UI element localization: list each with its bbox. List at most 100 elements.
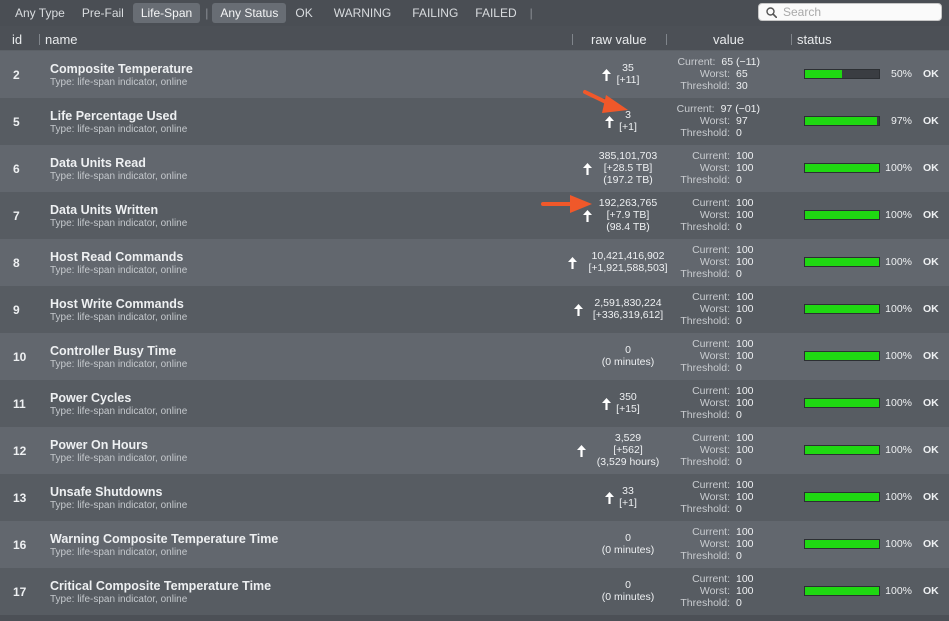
table-row[interactable]: 5 Life Percentage Used Type: life-span i…: [0, 98, 949, 145]
current-value: 100: [736, 526, 754, 538]
worst-label: Worst:: [699, 538, 730, 550]
table-row[interactable]: 2 Composite Temperature Type: life-span …: [0, 51, 949, 98]
attribute-id: 12: [13, 444, 27, 458]
attribute-name: Power On Hours: [50, 438, 148, 452]
health-bar-fill: [805, 117, 877, 125]
table-row[interactable]: 13 Unsafe Shutdowns Type: life-span indi…: [0, 474, 949, 521]
table-row[interactable]: 16 Warning Composite Temperature Time Ty…: [0, 521, 949, 568]
health-percent: 100%: [885, 303, 912, 315]
threshold-label: Threshold:: [680, 597, 730, 609]
value-block: Current: 65 (−11) Worst: 65 Threshold: 30: [660, 56, 760, 92]
filter-pre-fail[interactable]: Pre-Fail: [74, 3, 132, 23]
threshold-value: 0: [736, 127, 742, 139]
filter-separator: |: [205, 6, 209, 20]
status-badge: OK: [923, 397, 939, 409]
attribute-id: 7: [13, 209, 20, 223]
filter-warning[interactable]: WARNING: [326, 3, 400, 23]
current-label: Current:: [692, 479, 730, 491]
health-bar-fill: [805, 70, 842, 78]
column-raw-value[interactable]: raw value: [591, 32, 647, 47]
search-box[interactable]: [758, 3, 942, 21]
health-bar: [804, 163, 880, 173]
filter-failing[interactable]: FAILING: [404, 3, 466, 23]
filter-any-type[interactable]: Any Type: [7, 3, 73, 23]
value-block: Current: 100 Worst: 100 Threshold: 0: [660, 291, 760, 327]
health-percent: 100%: [885, 444, 912, 456]
current-value: 65 (−11): [721, 56, 760, 68]
worst-label: Worst:: [699, 444, 730, 456]
worst-value: 100: [736, 209, 754, 221]
attribute-type: Type: life-span indicator, online: [50, 124, 188, 135]
health-percent: 100%: [885, 256, 912, 268]
filter-life-span[interactable]: Life-Span: [132, 3, 201, 23]
column-name[interactable]: name: [45, 32, 78, 47]
value-block: Current: 100 Worst: 100 Threshold: 0: [660, 385, 760, 421]
attribute-id: 17: [13, 585, 27, 599]
status-badge: OK: [923, 115, 939, 127]
health-bar: [804, 351, 880, 361]
table-row[interactable]: 7 Data Units Written Type: life-span ind…: [0, 192, 949, 239]
attribute-id: 10: [13, 350, 27, 364]
attribute-name: Data Units Read: [50, 156, 146, 170]
search-input[interactable]: [783, 5, 933, 19]
column-status[interactable]: status: [797, 32, 832, 47]
column-divider: [666, 34, 667, 45]
health-percent: 100%: [885, 397, 912, 409]
attribute-name: Controller Busy Time: [50, 344, 177, 358]
table-row[interactable]: 12 Power On Hours Type: life-span indica…: [0, 427, 949, 474]
health-percent: 100%: [885, 350, 912, 362]
attribute-id: 6: [13, 162, 20, 176]
threshold-label: Threshold:: [680, 221, 730, 233]
threshold-label: Threshold:: [680, 409, 730, 421]
status-badge: OK: [923, 444, 939, 456]
column-id[interactable]: id: [12, 32, 22, 47]
current-label: Current:: [692, 291, 730, 303]
threshold-value: 0: [736, 409, 742, 421]
threshold-value: 0: [736, 597, 742, 609]
worst-value: 100: [736, 303, 754, 315]
worst-value: 100: [736, 538, 754, 550]
health-bar-fill: [805, 399, 879, 407]
filter-failed[interactable]: FAILED: [467, 3, 524, 23]
health-bar: [804, 492, 880, 502]
table-row[interactable]: 6 Data Units Read Type: life-span indica…: [0, 145, 949, 192]
table-row[interactable]: 17 Critical Composite Temperature Time T…: [0, 568, 949, 615]
attribute-name: Warning Composite Temperature Time: [50, 532, 279, 546]
current-value: 100: [736, 197, 754, 209]
worst-label: Worst:: [699, 115, 730, 127]
worst-label: Worst:: [699, 350, 730, 362]
threshold-label: Threshold:: [680, 456, 730, 468]
table-row[interactable]: 10 Controller Busy Time Type: life-span …: [0, 333, 949, 380]
status-badge: OK: [923, 350, 939, 362]
status-badge: OK: [923, 585, 939, 597]
health-bar: [804, 257, 880, 267]
filter-any-status[interactable]: Any Status: [212, 3, 287, 23]
health-bar: [804, 539, 880, 549]
table-row[interactable]: 9 Host Write Commands Type: life-span in…: [0, 286, 949, 333]
table-row[interactable]: 11 Power Cycles Type: life-span indicato…: [0, 380, 949, 427]
current-value: 100: [736, 432, 754, 444]
health-percent: 100%: [885, 209, 912, 221]
threshold-value: 30: [736, 80, 748, 92]
attribute-name: Unsafe Shutdowns: [50, 485, 163, 499]
worst-label: Worst:: [699, 397, 730, 409]
attribute-type: Type: life-span indicator, online: [50, 500, 188, 511]
attribute-type: Type: life-span indicator, online: [50, 406, 188, 417]
current-value: 100: [736, 385, 754, 397]
health-bar-fill: [805, 305, 879, 313]
worst-value: 100: [736, 491, 754, 503]
column-value[interactable]: value: [713, 32, 744, 47]
current-value: 100: [736, 573, 754, 585]
current-value: 100: [736, 479, 754, 491]
attribute-type: Type: life-span indicator, online: [50, 312, 188, 323]
health-bar: [804, 398, 880, 408]
table-row[interactable]: 8 Host Read Commands Type: life-span ind…: [0, 239, 949, 286]
value-block: Current: 100 Worst: 100 Threshold: 0: [660, 432, 760, 468]
status-badge: OK: [923, 491, 939, 503]
threshold-label: Threshold:: [680, 268, 730, 280]
health-bar-fill: [805, 540, 879, 548]
worst-value: 100: [736, 585, 754, 597]
filter-ok[interactable]: OK: [287, 3, 320, 23]
column-divider: [572, 34, 573, 45]
status-badge: OK: [923, 162, 939, 174]
